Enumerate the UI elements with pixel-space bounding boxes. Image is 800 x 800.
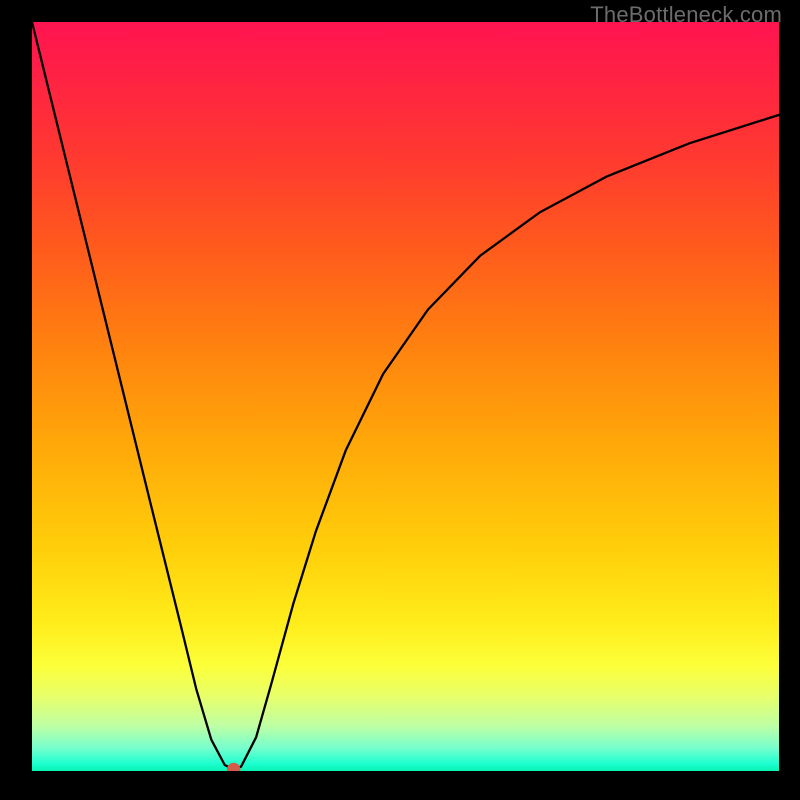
chart-frame: TheBottleneck.com	[0, 0, 800, 800]
plot-area	[32, 22, 779, 771]
curve-right	[234, 115, 779, 770]
min-point-marker	[227, 763, 240, 771]
curve-left	[32, 22, 234, 770]
axis-bottom-mask	[32, 771, 779, 800]
chart-svg	[32, 22, 779, 771]
